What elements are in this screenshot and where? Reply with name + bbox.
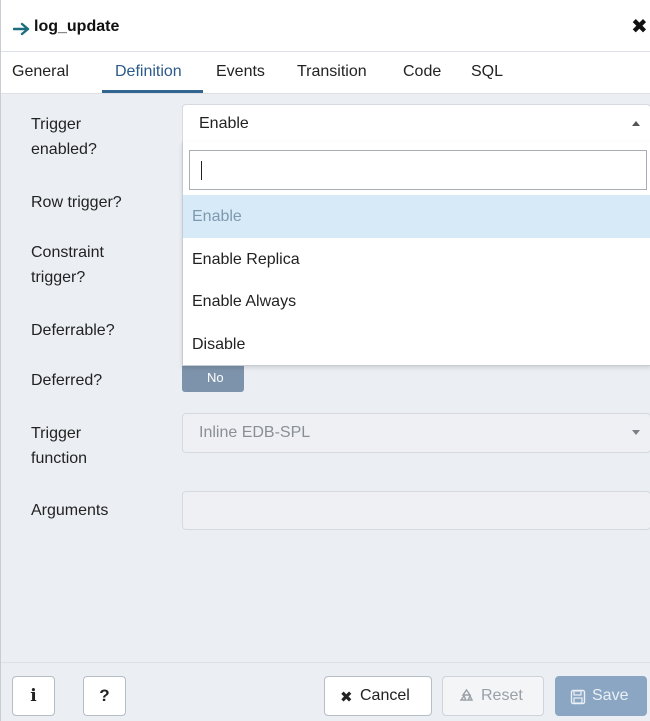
toggle-value: No bbox=[207, 370, 224, 385]
info-icon: i bbox=[30, 686, 37, 706]
label-line: Constraint bbox=[31, 244, 104, 261]
label-line: trigger? bbox=[31, 269, 86, 286]
arguments-label: Arguments bbox=[31, 502, 109, 519]
option-enable-replica[interactable]: Enable Replica bbox=[183, 238, 650, 281]
x-icon: ✖ bbox=[340, 689, 353, 706]
deferrable-label: Deferrable? bbox=[31, 322, 115, 339]
caret-up-icon bbox=[632, 121, 640, 126]
label-line: Trigger bbox=[31, 425, 82, 442]
trigger-dialog: log_update ✖ General Definition Events T… bbox=[0, 0, 650, 721]
label-line: enabled? bbox=[31, 141, 97, 158]
select-value: Inline EDB-SPL bbox=[199, 424, 311, 441]
arrow-right-icon bbox=[13, 22, 30, 36]
active-tab-indicator bbox=[102, 90, 203, 93]
arguments-input[interactable] bbox=[182, 491, 650, 530]
dialog-footer: i ? ✖ Cancel Reset Save bbox=[1, 662, 650, 721]
save-icon bbox=[570, 689, 586, 705]
cancel-label: Cancel bbox=[360, 687, 410, 704]
trigger-enabled-dropdown: Enable Enable Replica Enable Always Disa… bbox=[182, 142, 650, 366]
recycle-icon bbox=[459, 688, 474, 701]
text-cursor bbox=[201, 161, 202, 180]
deferred-toggle[interactable]: No bbox=[182, 366, 244, 392]
tab-code[interactable]: Code bbox=[403, 63, 441, 81]
option-enable-always[interactable]: Enable Always bbox=[183, 280, 650, 323]
close-icon[interactable]: ✖ bbox=[631, 17, 649, 37]
dropdown-search-input[interactable] bbox=[189, 150, 647, 190]
deferred-label: Deferred? bbox=[31, 372, 103, 389]
title-bar: log_update ✖ bbox=[1, 0, 650, 52]
tab-events[interactable]: Events bbox=[216, 63, 265, 81]
reset-label: Reset bbox=[481, 687, 523, 704]
save-button[interactable]: Save bbox=[555, 676, 647, 716]
tab-sql[interactable]: SQL bbox=[471, 63, 503, 81]
help-button[interactable]: ? bbox=[83, 676, 126, 716]
tab-general[interactable]: General bbox=[12, 63, 69, 81]
help-icon: ? bbox=[99, 686, 110, 705]
dialog-title: log_update bbox=[34, 18, 120, 35]
trigger-enabled-label: Trigger enabled? bbox=[31, 112, 97, 162]
row-trigger-label: Row trigger? bbox=[31, 194, 122, 211]
info-button[interactable]: i bbox=[12, 676, 55, 716]
label-line: Trigger bbox=[31, 116, 82, 133]
tab-definition[interactable]: Definition bbox=[115, 63, 182, 81]
tab-transition[interactable]: Transition bbox=[297, 63, 367, 81]
constraint-trigger-label: Constraint trigger? bbox=[31, 240, 104, 290]
trigger-function-select[interactable]: Inline EDB-SPL bbox=[182, 413, 650, 453]
reset-button[interactable]: Reset bbox=[442, 676, 544, 716]
trigger-function-label: Trigger function bbox=[31, 421, 87, 471]
option-enable[interactable]: Enable bbox=[183, 195, 650, 238]
caret-down-icon bbox=[632, 430, 640, 435]
option-disable[interactable]: Disable bbox=[183, 323, 650, 366]
label-line: function bbox=[31, 450, 88, 467]
select-value: Enable bbox=[199, 115, 249, 132]
save-label: Save bbox=[592, 687, 629, 704]
tab-bar: General Definition Events Transition Cod… bbox=[1, 52, 650, 94]
cancel-button[interactable]: ✖ Cancel bbox=[324, 676, 432, 716]
trigger-enabled-select[interactable]: Enable bbox=[182, 104, 650, 144]
